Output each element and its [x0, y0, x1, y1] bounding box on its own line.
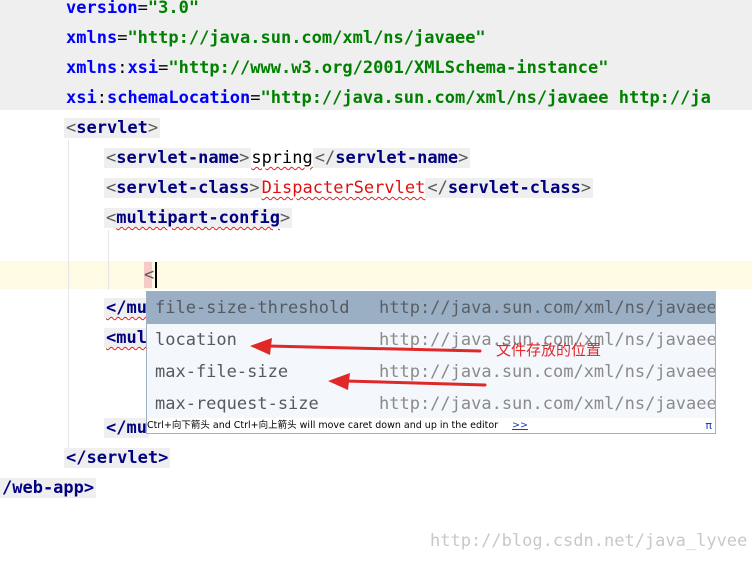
completion-item-name: file-size-threshold	[155, 298, 350, 318]
indent-guide	[68, 140, 69, 450]
code-line-open-mul: <mul	[104, 328, 149, 348]
servlet-name-value: spring	[251, 148, 313, 168]
multipart-config-open-tag[interactable]: <multipart-config>	[104, 208, 293, 228]
completion-item-name: location	[155, 330, 237, 350]
equals-sign: =	[158, 58, 169, 78]
completion-item-name: max-request-size	[155, 394, 319, 414]
code-line-multipart-config: <multipart-config>	[104, 203, 293, 233]
colon: :	[96, 88, 107, 108]
more-link[interactable]: >>	[512, 418, 528, 433]
completion-item-max-file-size[interactable]: max-file-size http://java.sun.com/xml/ns…	[147, 356, 715, 388]
webapp-close-tag[interactable]: /web-app>	[0, 478, 97, 498]
attr-name: schemaLocation	[106, 88, 251, 108]
code-line-servlet-open: <servlet>	[64, 113, 161, 143]
attr-value: "http://java.sun.com/xml/ns/javaee"	[127, 28, 486, 48]
colon: :	[117, 58, 128, 78]
servlet-class-value: DispacterServlet	[261, 178, 426, 198]
completion-item-name: max-file-size	[155, 362, 289, 382]
completion-item-location[interactable]: location http://java.sun.com/xml/ns/java…	[147, 324, 715, 356]
code-line-servlet-close: </servlet>	[64, 443, 171, 473]
code-line-xmlns-xsi: xmlns:xsi="http://www.w3.org/2001/XMLSch…	[66, 53, 609, 83]
completion-item-max-request-size[interactable]: max-request-size http://java.sun.com/xml…	[147, 388, 715, 420]
indent-guide	[108, 230, 109, 290]
text-caret	[155, 262, 157, 288]
code-line-servlet-class: <servlet-class> DispacterServlet </servlet…	[104, 173, 594, 203]
servlet-name-close-tag[interactable]: </servlet-name>	[312, 148, 471, 168]
code-line-close-mu-1: </mu	[104, 298, 149, 318]
attr-prefix: xsi	[66, 88, 97, 108]
servlet-class-open-tag[interactable]: <servlet-class>	[104, 178, 262, 198]
completion-item-namespace: http://java.sun.com/xml/ns/javaee	[379, 394, 716, 414]
completion-item-file-size-threshold[interactable]: file-size-threshold http://java.sun.com/…	[147, 292, 715, 324]
code-line-webapp-close: /web-app>	[0, 473, 97, 503]
hint-text: Ctrl+向下箭头 and Ctrl+向上箭头 will move caret …	[147, 420, 499, 431]
code-line-version: version="3.0"	[66, 0, 199, 23]
completion-item-namespace: http://java.sun.com/xml/ns/javaee	[379, 298, 716, 318]
caret-line-highlight	[0, 261, 752, 289]
attr-name: version	[66, 0, 138, 18]
attr-value: "3.0"	[147, 0, 200, 18]
pi-icon[interactable]: π	[705, 418, 712, 433]
code-line-schema-location: xsi:schemaLocation="http://java.sun.com/…	[66, 83, 711, 113]
equals-sign: =	[250, 88, 261, 108]
typed-open-bracket: <	[144, 262, 154, 288]
code-editor[interactable]: version="3.0" xmlns="http://java.sun.com…	[0, 0, 752, 561]
equals-sign: =	[137, 0, 148, 18]
completion-popup[interactable]: file-size-threshold http://java.sun.com/…	[146, 291, 716, 434]
code-line-close-mu-2: </mu	[104, 418, 149, 438]
attr-prefix: xmlns	[66, 58, 118, 78]
attr-value: "http://www.w3.org/2001/XMLSchema-instan…	[168, 58, 609, 78]
servlet-name-open-tag[interactable]: <servlet-name>	[104, 148, 252, 168]
code-line-xmlns: xmlns="http://java.sun.com/xml/ns/javaee…	[66, 23, 486, 53]
code-line-servlet-name: <servlet-name> spring </servlet-name>	[104, 143, 471, 173]
servlet-close-tag[interactable]: </servlet>	[64, 448, 171, 468]
completion-hint-bar: Ctrl+向下箭头 and Ctrl+向上箭头 will move caret …	[147, 418, 715, 433]
equals-sign: =	[117, 28, 128, 48]
servlet-class-close-tag[interactable]: </servlet-class>	[425, 178, 594, 198]
completion-item-namespace: http://java.sun.com/xml/ns/javaee	[379, 362, 716, 382]
attr-value: "http://java.sun.com/xml/ns/javaee http:…	[260, 88, 711, 108]
servlet-open-tag[interactable]: <servlet>	[64, 118, 161, 138]
attr-name: xsi	[127, 58, 159, 78]
watermark: http://blog.csdn.net/java_lyvee	[430, 531, 748, 551]
annotation-label: 文件存放的位置	[496, 341, 602, 359]
attr-name: xmlns	[66, 28, 118, 48]
